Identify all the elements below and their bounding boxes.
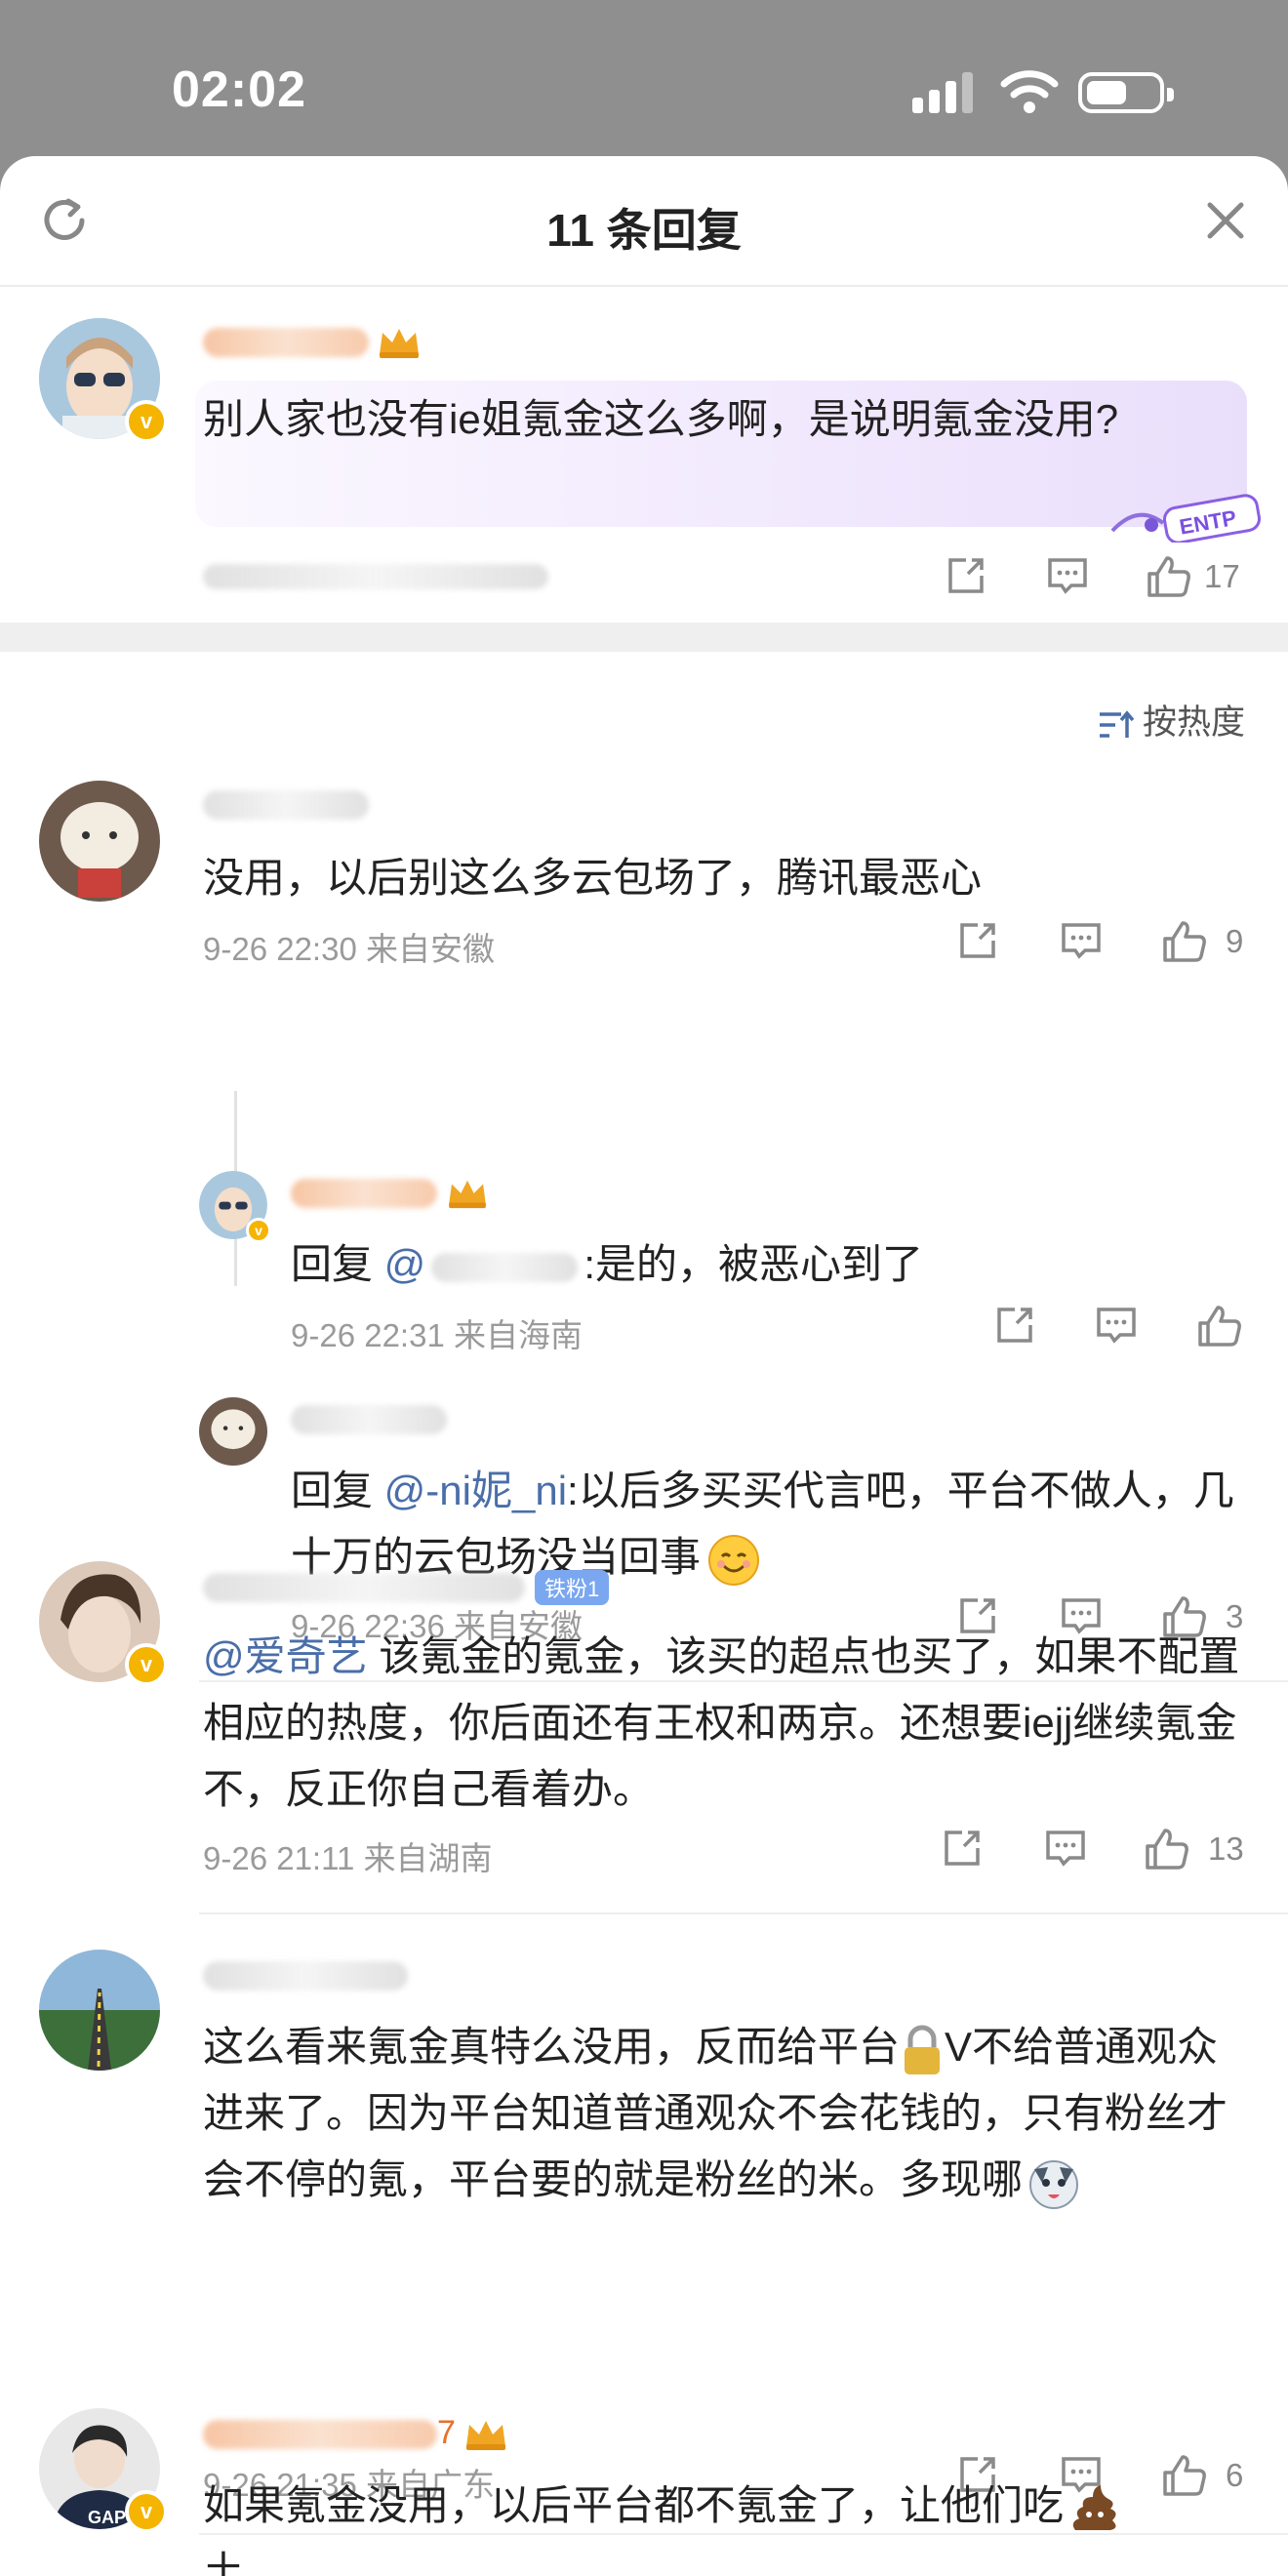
comment-text: 如果氪金没用，以后平台都不氪金了，让他们吃土: [203, 2473, 1257, 2576]
section-separator: [0, 623, 1288, 652]
reply-text: 回复 @:是的，被恶心到了: [291, 1241, 923, 1287]
comment-item: GAP v 7 如果氪金没用，以后平台都不氪金了，让他们吃土: [0, 2408, 1288, 2576]
share-icon: [945, 1831, 980, 1866]
comment-actions: 9: [956, 919, 1249, 968]
avatar[interactable]: [39, 781, 160, 902]
like-button[interactable]: [1146, 554, 1192, 603]
comment-button[interactable]: [1095, 1304, 1138, 1352]
like-button[interactable]: [1144, 1827, 1190, 1875]
comment-icon: [1046, 1831, 1085, 1867]
reply-username[interactable]: [291, 1173, 490, 1212]
battery-icon: [1078, 72, 1174, 113]
comment-icon: [1062, 923, 1101, 959]
verified-badge: v: [125, 2490, 168, 2533]
entp-sticker: ENTP: [1110, 494, 1261, 543]
blurred-username: [291, 1179, 437, 1209]
username[interactable]: 7: [203, 2414, 508, 2453]
blurred-mention: [431, 1252, 579, 1282]
pinned-comment-text: 别人家也没有ie姐氪金这么多啊，是说明氪金没用?: [203, 396, 1119, 442]
share-button[interactable]: [941, 1827, 984, 1875]
sort-button[interactable]: 按热度: [1098, 695, 1245, 745]
username[interactable]: [203, 322, 422, 361]
reply-username[interactable]: [291, 1399, 447, 1438]
share-icon: [997, 1308, 1032, 1343]
status-time: 02:02: [172, 61, 306, 118]
verified-badge: v: [125, 1643, 168, 1686]
husky-emoji: [1029, 2159, 1079, 2209]
comment-meta: 9-26 22:30 来自安徽: [203, 931, 495, 967]
comment-meta: 9-26 21:11 来自湖南: [203, 1840, 493, 1876]
like-icon: [1163, 921, 1206, 962]
fan-badge: 铁粉1: [535, 1570, 610, 1606]
username[interactable]: [203, 785, 369, 824]
blurred-username: [203, 790, 369, 821]
like-button[interactable]: [1161, 919, 1208, 968]
avatar[interactable]: [39, 1950, 160, 2071]
poop-emoji: [1072, 2484, 1116, 2530]
comment-icon: [1097, 1308, 1136, 1344]
comment-actions: 13: [941, 1827, 1253, 1875]
comment-text: 这么看来氪金真特么没用，反而给平台 V不给普通观众进来了。因为平台知道普通观众不会…: [203, 2014, 1253, 2213]
comment-item: 没用，以后别这么多云包场了，腾讯最恶心 9-26 22:30 来自安徽 9 v …: [0, 781, 1288, 1682]
signal-icon: [912, 70, 975, 113]
like-button[interactable]: [1196, 1304, 1243, 1352]
like-count: 9: [1226, 923, 1244, 959]
crown-icon: [380, 329, 419, 359]
pinned-comment: v 别人家也没有ie姐氪金这么多啊，是说明氪金没用? ENTP 17: [0, 285, 1288, 613]
blurred-username: [291, 1405, 447, 1435]
verified-badge: v: [246, 1218, 271, 1243]
close-icon[interactable]: [1202, 197, 1249, 244]
blurred-username: [203, 1961, 408, 1992]
username[interactable]: [203, 1955, 408, 1994]
replies-sheet: 11 条回复 v 别人家也没有ie姐氪金这么多啊，是说明氪金没用? ENTP 1…: [0, 156, 1288, 2576]
like-count: 13: [1208, 1831, 1244, 1867]
blurred-username: [203, 2420, 437, 2450]
crown-icon: [449, 1180, 486, 1209]
sort-label: 按热度: [1142, 704, 1245, 742]
verified-badge: v: [125, 400, 168, 443]
comment-button[interactable]: [1046, 554, 1089, 603]
reply-avatar[interactable]: [199, 1397, 267, 1466]
share-button[interactable]: [993, 1304, 1036, 1352]
comment-button[interactable]: [1060, 919, 1103, 968]
comment-button[interactable]: [1044, 1827, 1087, 1875]
mention-link[interactable]: @-ni妮_ni: [384, 1468, 567, 1513]
svg-text:GAP: GAP: [88, 2508, 126, 2527]
sheet-title: 11 条回复: [546, 205, 742, 256]
sheet-header: 11 条回复: [0, 156, 1288, 287]
share-icon: [948, 558, 984, 593]
reply-actions: [993, 1304, 1247, 1352]
sort-icon: [1099, 710, 1135, 738]
pinned-actions: 17: [945, 554, 1257, 603]
blurred-username: [203, 1573, 525, 1603]
status-bar: 02:02: [0, 0, 1288, 156]
avatar-image: [39, 1950, 160, 2071]
share-button[interactable]: [945, 554, 987, 603]
crown-icon: [465, 2421, 505, 2451]
mention-link[interactable]: @: [384, 1241, 426, 1287]
share-icon: [960, 923, 995, 958]
wifi-icon: [1000, 70, 1059, 113]
like-icon: [1146, 1829, 1188, 1870]
avatar-image: [199, 1397, 267, 1466]
comment-item: 这么看来氪金真特么没用，反而给平台 V不给普通观众进来了。因为平台知道普通观众不会…: [0, 1950, 1288, 2535]
lock-emoji: [905, 2025, 941, 2074]
divider: [199, 1912, 1288, 1914]
reply-meta: 9-26 22:31 来自海南: [291, 1317, 583, 1353]
share-button[interactable]: [956, 919, 999, 968]
username[interactable]: 铁粉1: [203, 1567, 610, 1606]
blurred-username: [203, 328, 369, 358]
blurred-signature: [203, 564, 548, 589]
comment-text: 没用，以后别这么多云包场了，腾讯最恶心: [203, 855, 983, 901]
avatar-image: [39, 781, 160, 902]
like-icon: [1147, 556, 1190, 597]
like-icon: [1198, 1306, 1241, 1347]
comment-text: @爱奇艺 该氪金的氪金，该买的超点也买了，如果不配置相应的热度，你后面还有王权和…: [203, 1633, 1240, 1812]
comment-icon: [1048, 558, 1087, 594]
mention-link[interactable]: @爱奇艺: [203, 1633, 368, 1679]
like-count: 17: [1204, 558, 1240, 594]
